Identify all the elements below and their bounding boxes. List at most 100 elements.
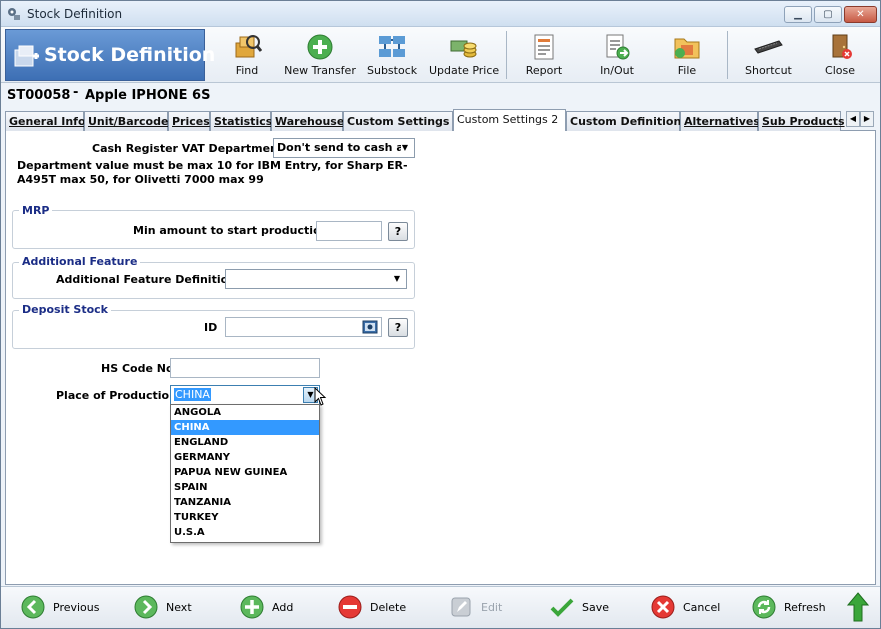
department-note: Department value must be max 10 for IBM … [17,159,408,186]
previous-button[interactable]: Previous [21,595,101,621]
tab-statistics[interactable]: Statistics [210,111,272,131]
list-item[interactable]: SPAIN [171,480,319,495]
chevron-down-icon: ▼ [401,143,409,152]
tab-prices[interactable]: Prices [168,111,210,131]
toolbar-separator [506,31,507,79]
tab-alternatives[interactable]: Alternatives [680,111,760,131]
list-item[interactable]: PAPUA NEW GUINEA [171,465,319,480]
list-item[interactable]: ANGOLA [171,405,319,420]
edit-button[interactable]: Edit [449,595,509,621]
scroll-up-arrow-icon[interactable] [847,592,869,622]
add-circle-icon [307,34,333,60]
chevron-down-icon: ▼ [393,274,401,283]
tab-unit-barcode[interactable]: Unit/Barcode [84,111,168,131]
list-item[interactable]: TURKEY [171,510,319,525]
cash-register-select[interactable]: Don't send to cash ac ▼ [273,138,415,158]
deposit-stock-group-title: Deposit Stock [19,303,112,316]
edit-icon [451,597,471,617]
place-of-production-select[interactable]: CHINA ▼ [170,385,320,405]
list-item[interactable]: U.S.A [171,525,319,540]
cancel-icon [651,595,675,619]
list-item[interactable]: CHINA [171,420,319,435]
close-window-button[interactable]: ✕ [844,6,877,23]
report-icon [534,34,554,60]
refresh-icon [752,595,776,619]
arrow-right-icon [134,595,158,619]
find-icon [235,35,262,58]
tab-general-info[interactable]: General Info [5,111,86,131]
in-out-icon [606,34,630,60]
add-button[interactable]: Add [240,595,305,621]
additional-feature-label: Additional Feature Definition [56,273,236,286]
footer-bar: Previous Next Add Delete Edit Save Cance… [1,586,880,628]
min-amount-label: Min amount to start production [133,224,329,237]
coins-icon [450,40,477,58]
list-item[interactable]: TANZANIA [171,495,319,510]
deposit-id-label: ID [204,321,218,334]
stock-definition-icon [14,45,39,67]
cancel-button[interactable]: Cancel [651,595,721,621]
stock-name: Apple IPHONE 6S [85,88,211,103]
hs-code-label: HS Code No [101,362,174,375]
place-of-production-dropdown: ANGOLA CHINA ENGLAND GERMANY PAPUA NEW G… [170,404,320,543]
find-button[interactable]: Find [227,29,267,81]
arrow-left-icon [21,595,45,619]
report-button[interactable]: Report [524,29,564,81]
window-title: Stock Definition [27,7,123,21]
mouse-cursor-icon [314,387,327,406]
cash-register-label: Cash Register VAT Department [92,142,284,155]
mrp-group-title: MRP [19,204,53,217]
refresh-button[interactable]: Refresh [752,595,828,621]
brand-header: Stock Definition [5,29,215,81]
close-button[interactable]: Close [823,29,857,81]
min-amount-input[interactable] [316,221,382,241]
tab-warehouse[interactable]: Warehouse [271,111,344,131]
record-header: ST00058 - Apple IPHONE 6S [1,84,880,108]
tab-scroll-right-button[interactable]: ▶ [860,111,874,127]
brand-title: Stock Definition [44,44,216,66]
tab-custom-settings-2[interactable]: Custom Settings 2 [453,109,566,132]
place-of-production-label: Place of Production [56,389,177,402]
toolbar-separator [727,31,728,79]
stock-code: ST00058 [7,88,71,103]
next-button[interactable]: Next [134,595,204,621]
maximize-button[interactable]: ▢ [814,6,842,23]
lookup-icon[interactable] [362,320,378,334]
min-amount-help-button[interactable]: ? [388,222,408,241]
save-button[interactable]: Save [550,595,612,621]
shortcut-button[interactable]: Shortcut [745,29,792,81]
app-icon [8,8,20,20]
custom-settings-2-panel: Cash Register VAT Department Don't send … [5,131,876,585]
minimize-button[interactable]: ▁ [784,6,812,23]
deposit-id-help-button[interactable]: ? [388,318,408,337]
place-of-production-value: CHINA [174,388,211,401]
tab-custom-settings-1[interactable]: Custom Settings 1 [343,111,461,131]
toolbar: Stock Definition Find New Transfer Subst… [1,27,880,83]
plus-icon [240,595,264,619]
substock-icon [379,36,405,57]
additional-feature-group-title: Additional Feature [19,255,141,268]
additional-feature-select[interactable]: ▼ [225,269,407,289]
delete-button[interactable]: Delete [338,595,413,621]
substock-button[interactable]: Substock [367,29,417,81]
stock-definition-window: Stock Definition ▁ ▢ ✕ Stock Definition … [0,0,881,629]
in-out-button[interactable]: In/Out [597,29,637,81]
file-button[interactable]: File [671,29,703,81]
update-price-button[interactable]: Update Price [429,29,499,81]
minus-icon [338,595,362,619]
list-item[interactable]: GERMANY [171,450,319,465]
record-separator: - [73,85,79,100]
exit-door-icon [832,34,852,59]
tab-bar: General Info Unit/Barcode Prices Statist… [5,109,876,132]
checkmark-icon [550,598,574,617]
list-item[interactable]: ENGLAND [171,435,319,450]
file-icon [674,38,700,59]
new-transfer-button[interactable]: New Transfer [283,29,357,81]
keyboard-icon [754,40,783,54]
deposit-id-field[interactable] [225,317,382,337]
title-bar: Stock Definition ▁ ▢ ✕ [1,1,880,27]
hs-code-input[interactable] [170,358,320,378]
tab-sub-products[interactable]: Sub Products [758,111,845,131]
tab-scroll-left-button[interactable]: ◀ [846,111,860,127]
tab-custom-definitions[interactable]: Custom Definitions [566,111,688,131]
